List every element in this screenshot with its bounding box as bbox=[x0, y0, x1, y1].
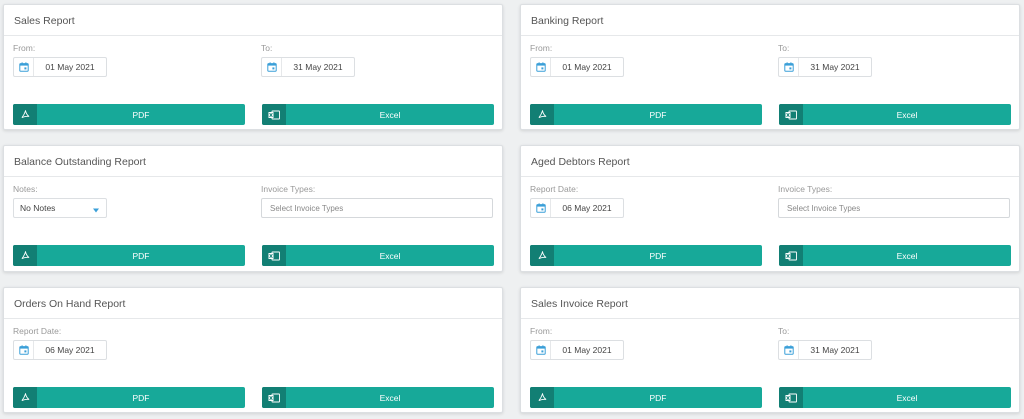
pdf-button-label: PDF bbox=[649, 109, 667, 120]
pdf-icon bbox=[13, 245, 37, 266]
notes-label: Notes: bbox=[13, 184, 38, 194]
pdf-button[interactable]: PDF bbox=[530, 245, 762, 266]
excel-button-label: Excel bbox=[896, 392, 918, 403]
calendar-icon[interactable] bbox=[14, 58, 34, 76]
excel-button[interactable]: Excel bbox=[262, 387, 494, 408]
card-title: Banking Report bbox=[521, 5, 1019, 36]
invoice-types-placeholder: Select Invoice Types bbox=[787, 203, 861, 213]
calendar-icon[interactable] bbox=[531, 341, 551, 359]
from-label: From: bbox=[530, 43, 553, 53]
pdf-icon bbox=[530, 245, 554, 266]
excel-icon bbox=[779, 104, 803, 125]
to-label: To: bbox=[778, 326, 790, 336]
to-date-value: 31 May 2021 bbox=[810, 345, 860, 355]
invoice-types-input[interactable]: Select Invoice Types bbox=[778, 198, 1010, 218]
calendar-icon[interactable] bbox=[779, 341, 799, 359]
pdf-icon bbox=[530, 104, 554, 125]
from-date-value: 01 May 2021 bbox=[562, 62, 612, 72]
excel-button-label: Excel bbox=[379, 250, 401, 261]
sales-report-card: Sales Report From: 01 May 2021 To: 31 Ma… bbox=[3, 4, 503, 130]
pdf-button[interactable]: PDF bbox=[530, 104, 762, 125]
card-title: Aged Debtors Report bbox=[521, 146, 1019, 177]
excel-icon bbox=[262, 245, 286, 266]
excel-icon bbox=[779, 245, 803, 266]
report-date-value: 06 May 2021 bbox=[45, 345, 95, 355]
calendar-icon[interactable] bbox=[531, 199, 551, 217]
excel-button[interactable]: Excel bbox=[779, 104, 1011, 125]
to-date-input[interactable]: 31 May 2021 bbox=[778, 340, 872, 360]
pdf-icon bbox=[13, 104, 37, 125]
pdf-button[interactable]: PDF bbox=[13, 387, 245, 408]
pdf-icon bbox=[13, 387, 37, 408]
to-date-value: 31 May 2021 bbox=[293, 62, 343, 72]
pdf-button-label: PDF bbox=[132, 392, 150, 403]
excel-button[interactable]: Excel bbox=[262, 245, 494, 266]
report-date-input[interactable]: 06 May 2021 bbox=[13, 340, 107, 360]
report-date-label: Report Date: bbox=[530, 184, 579, 194]
report-date-value: 06 May 2021 bbox=[562, 203, 612, 213]
banking-report-card: Banking Report From: 01 May 2021 To: 31 … bbox=[520, 4, 1020, 130]
pdf-button-label: PDF bbox=[649, 392, 667, 403]
card-title: Orders On Hand Report bbox=[4, 288, 502, 319]
pdf-button[interactable]: PDF bbox=[13, 104, 245, 125]
calendar-icon[interactable] bbox=[262, 58, 282, 76]
invoice-types-label: Invoice Types: bbox=[778, 184, 833, 194]
excel-icon bbox=[262, 387, 286, 408]
excel-button-label: Excel bbox=[896, 109, 918, 120]
from-date-value: 01 May 2021 bbox=[562, 345, 612, 355]
from-date-input[interactable]: 01 May 2021 bbox=[530, 340, 624, 360]
pdf-icon bbox=[530, 387, 554, 408]
pdf-button-label: PDF bbox=[649, 250, 667, 261]
invoice-types-input[interactable]: Select Invoice Types bbox=[261, 198, 493, 218]
sales-invoice-report-card: Sales Invoice Report From: 01 May 2021 T… bbox=[520, 287, 1020, 413]
pdf-button-label: PDF bbox=[132, 109, 150, 120]
to-label: To: bbox=[261, 43, 273, 53]
excel-button[interactable]: Excel bbox=[779, 387, 1011, 408]
notes-select-value: No Notes bbox=[20, 203, 56, 213]
card-title: Sales Invoice Report bbox=[521, 288, 1019, 319]
from-date-input[interactable]: 01 May 2021 bbox=[530, 57, 624, 77]
notes-select[interactable]: No Notes bbox=[13, 198, 107, 218]
from-label: From: bbox=[530, 326, 553, 336]
to-date-input[interactable]: 31 May 2021 bbox=[261, 57, 355, 77]
card-title: Sales Report bbox=[4, 5, 502, 36]
excel-button[interactable]: Excel bbox=[262, 104, 494, 125]
from-label: From: bbox=[13, 43, 36, 53]
invoice-types-placeholder: Select Invoice Types bbox=[270, 203, 344, 213]
pdf-button[interactable]: PDF bbox=[13, 245, 245, 266]
excel-button[interactable]: Excel bbox=[779, 245, 1011, 266]
calendar-icon[interactable] bbox=[779, 58, 799, 76]
from-date-input[interactable]: 01 May 2021 bbox=[13, 57, 107, 77]
card-title: Balance Outstanding Report bbox=[4, 146, 502, 177]
excel-icon bbox=[779, 387, 803, 408]
chevron-down-icon[interactable] bbox=[93, 205, 99, 215]
excel-button-label: Excel bbox=[896, 250, 918, 261]
aged-debtors-report-card: Aged Debtors Report Report Date: 06 May … bbox=[520, 145, 1020, 272]
calendar-icon[interactable] bbox=[531, 58, 551, 76]
report-date-input[interactable]: 06 May 2021 bbox=[530, 198, 624, 218]
excel-icon bbox=[262, 104, 286, 125]
pdf-button-label: PDF bbox=[132, 250, 150, 261]
to-label: To: bbox=[778, 43, 790, 53]
balance-outstanding-report-card: Balance Outstanding Report Notes: No Not… bbox=[3, 145, 503, 272]
calendar-icon[interactable] bbox=[14, 341, 34, 359]
orders-on-hand-report-card: Orders On Hand Report Report Date: 06 Ma… bbox=[3, 287, 503, 413]
pdf-button[interactable]: PDF bbox=[530, 387, 762, 408]
excel-button-label: Excel bbox=[379, 392, 401, 403]
to-date-input[interactable]: 31 May 2021 bbox=[778, 57, 872, 77]
from-date-value: 01 May 2021 bbox=[45, 62, 95, 72]
invoice-types-label: Invoice Types: bbox=[261, 184, 316, 194]
to-date-value: 31 May 2021 bbox=[810, 62, 860, 72]
report-date-label: Report Date: bbox=[13, 326, 62, 336]
excel-button-label: Excel bbox=[379, 109, 401, 120]
